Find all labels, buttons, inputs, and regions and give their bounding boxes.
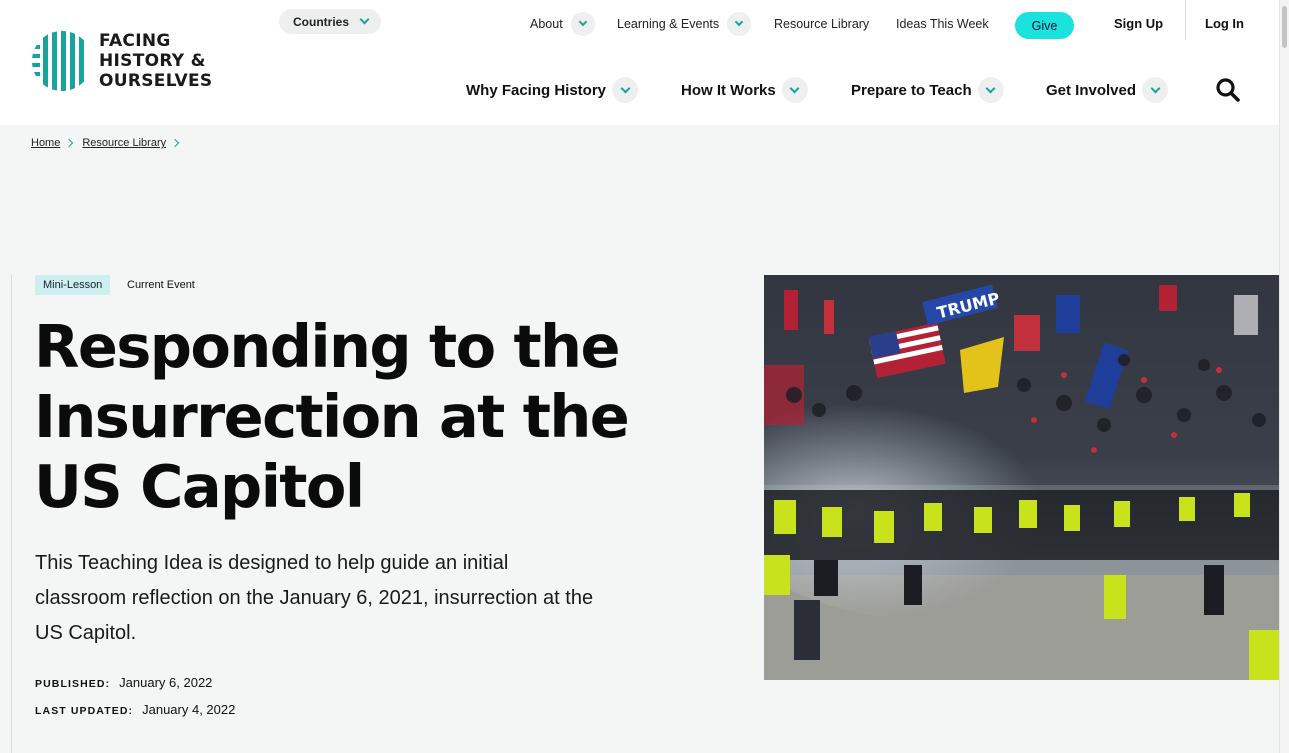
chevron-down-icon[interactable]	[727, 12, 752, 36]
util-nav-resource-library[interactable]: Resource Library	[774, 12, 869, 36]
breadcrumb-resource-library[interactable]: Resource Library	[82, 137, 166, 149]
logo-line-2: HISTORY &	[99, 51, 206, 71]
published-value: January 6, 2022	[119, 675, 213, 690]
article-description: This Teaching Idea is designed to help g…	[35, 546, 675, 651]
chevron-down-icon[interactable]	[612, 77, 639, 103]
chevron-down-icon[interactable]	[781, 77, 808, 103]
last-updated-value: January 4, 2022	[142, 702, 236, 717]
title-line-2: Insurrection at the	[34, 382, 630, 451]
chevron-right-icon	[65, 138, 74, 148]
published-date: PUBLISHED: January 6, 2022	[35, 675, 212, 690]
util-nav-learning-events[interactable]: Learning & Events	[617, 12, 752, 36]
main-nav-prepare-to-teach[interactable]: Prepare to Teach	[851, 77, 1004, 103]
title-line-3: US Capitol	[34, 452, 365, 521]
util-nav-ideas-this-week-label: Ideas This Week	[896, 17, 989, 31]
main-nav-get-involved-label: Get Involved	[1046, 81, 1137, 99]
give-button[interactable]: Give	[1015, 12, 1074, 39]
sign-up-link[interactable]: Sign Up	[1114, 16, 1163, 31]
description-line-3: US Capitol.	[35, 622, 137, 644]
countries-dropdown[interactable]: Countries	[279, 9, 381, 34]
logo-line-3: OURSELVES	[99, 71, 213, 91]
title-line-1: Responding to the	[34, 312, 620, 381]
chevron-down-icon[interactable]	[977, 77, 1004, 103]
main-nav-how-it-works[interactable]: How It Works	[681, 77, 808, 103]
last-updated-label: LAST UPDATED:	[35, 705, 134, 717]
chevron-right-icon	[170, 138, 180, 148]
published-label: PUBLISHED:	[35, 678, 111, 690]
util-nav-about[interactable]: About	[530, 12, 595, 36]
breadcrumb: Home Resource Library	[31, 137, 188, 149]
page-title: Responding to the Insurrection at the US…	[34, 312, 654, 522]
main-nav-how-it-works-label: How It Works	[681, 81, 776, 99]
logo-wordmark: FACING HISTORY & OURSELVES	[99, 31, 212, 91]
countries-label: Countries	[293, 14, 350, 29]
breadcrumb-home[interactable]: Home	[31, 137, 60, 149]
description-line-1: This Teaching Idea is designed to help g…	[35, 552, 509, 574]
tag-current-event: Current Event	[127, 279, 195, 291]
capitol-crowd-photo: TRUMP	[764, 275, 1279, 680]
chevron-down-icon[interactable]	[1142, 77, 1169, 103]
logo-mark-icon	[32, 31, 92, 91]
page-scrollbar[interactable]	[1279, 0, 1289, 753]
content-left-rule	[11, 275, 12, 753]
site-header: FACING HISTORY & OURSELVES Countries Abo…	[0, 0, 1279, 125]
description-line-2: classroom reflection on the January 6, 2…	[35, 587, 594, 609]
main-nav-prepare-to-teach-label: Prepare to Teach	[851, 81, 972, 99]
tag-mini-lesson[interactable]: Mini-Lesson	[35, 275, 111, 295]
util-nav-resource-library-label: Resource Library	[774, 17, 870, 31]
hero-image: TRUMP	[764, 275, 1279, 680]
main-nav-get-involved[interactable]: Get Involved	[1046, 77, 1169, 103]
main-nav-why-facing-history-label: Why Facing History	[466, 81, 607, 99]
logo-line-1: FACING	[99, 31, 171, 51]
scrollbar-thumb[interactable]	[1282, 6, 1287, 48]
log-in-link[interactable]: Log In	[1205, 16, 1244, 31]
main-nav-why-facing-history[interactable]: Why Facing History	[466, 77, 639, 103]
util-nav-ideas-this-week[interactable]: Ideas This Week	[896, 12, 989, 36]
chevron-down-icon	[359, 14, 370, 24]
chevron-down-icon[interactable]	[570, 12, 595, 36]
site-logo[interactable]: FACING HISTORY & OURSELVES	[31, 30, 231, 92]
util-nav-learning-events-label: Learning & Events	[617, 17, 720, 31]
last-updated-date: LAST UPDATED: January 4, 2022	[35, 702, 235, 717]
util-nav-about-label: About	[530, 17, 563, 31]
search-icon[interactable]	[1215, 77, 1241, 103]
header-divider	[1185, 0, 1186, 40]
